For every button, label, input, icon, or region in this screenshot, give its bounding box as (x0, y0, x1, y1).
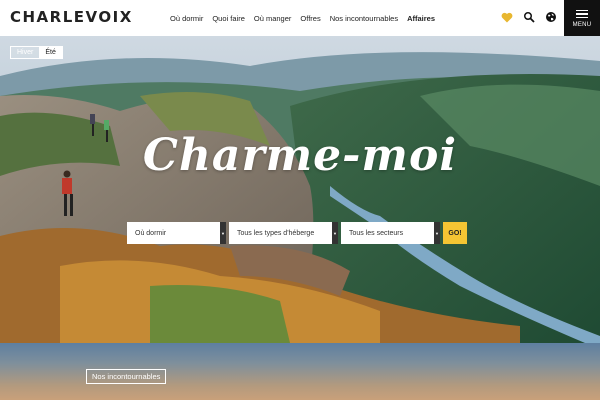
chevron-down-icon: ▼ (220, 222, 226, 244)
search-icon[interactable] (522, 10, 536, 24)
hamburger-icon (576, 8, 588, 21)
nav-item-nos-incontournables[interactable]: Nos incontournables (330, 14, 398, 23)
hero-landscape-image (0, 36, 600, 343)
hero-tagline: Charme-moi (142, 130, 458, 181)
sector-select[interactable]: Tous les secteurs ▼ (341, 222, 440, 244)
hero-banner: Hiver Été Charme-moi Où dormir ▼ Tous le… (0, 36, 600, 343)
nav-item-ou-dormir[interactable]: Où dormir (170, 14, 203, 23)
where-to-sleep-select[interactable]: Où dormir ▼ (127, 222, 226, 244)
sector-value: Tous les secteurs (349, 229, 404, 237)
menu-button[interactable]: MENU (564, 0, 600, 36)
main-nav: Où dormir Quoi faire Où manger Offres No… (170, 0, 435, 36)
accommodation-type-value: Tous les types d'héberge (237, 229, 315, 237)
nav-item-quoi-faire[interactable]: Quoi faire (212, 14, 245, 23)
where-to-sleep-value: Où dormir (135, 229, 167, 237)
site-header: CHARLEVOIX Où dormir Quoi faire Où mange… (0, 0, 600, 36)
chevron-down-icon: ▼ (332, 222, 338, 244)
menu-label: MENU (572, 22, 592, 29)
incontournables-section: Nos incontournables (0, 343, 600, 400)
accommodation-search-form: Où dormir ▼ Tous les types d'héberge ▼ T… (127, 222, 467, 244)
nav-item-offres[interactable]: Offres (300, 14, 320, 23)
header-icons (500, 10, 558, 24)
go-button[interactable]: GO! (443, 222, 467, 244)
nav-item-ou-manger[interactable]: Où manger (254, 14, 292, 23)
season-winter-tab[interactable]: Hiver (11, 47, 40, 58)
heart-icon[interactable] (500, 10, 514, 24)
incontournables-label[interactable]: Nos incontournables (86, 369, 167, 384)
charlevoix-logo[interactable]: CHARLEVOIX (10, 8, 133, 26)
nav-item-affaires[interactable]: Affaires (407, 14, 435, 23)
accommodation-type-select[interactable]: Tous les types d'héberge ▼ (229, 222, 338, 244)
season-summer-tab[interactable]: Été (39, 47, 62, 58)
globe-icon[interactable] (544, 10, 558, 24)
season-toggle: Hiver Été (10, 46, 63, 59)
chevron-down-icon: ▼ (434, 222, 440, 244)
